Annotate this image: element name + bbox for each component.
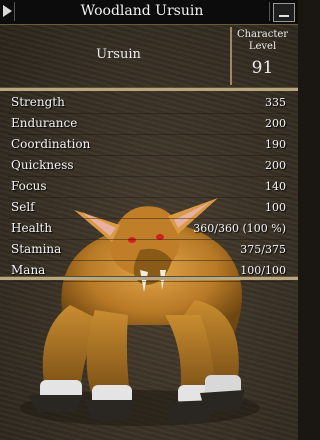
stat-value: 200	[265, 159, 286, 172]
stat-row-endurance: Endurance 200	[8, 114, 291, 135]
stat-value: 360/360 (100 %)	[193, 222, 286, 235]
stat-value: 335	[265, 96, 286, 109]
creature-race: Ursuin	[96, 47, 141, 62]
stat-row-focus: Focus 140	[8, 177, 291, 198]
stats-separator	[0, 276, 298, 280]
stat-name: Coordination	[11, 137, 91, 151]
stat-row-coordination: Coordination 190	[8, 135, 291, 156]
stat-value: 100	[265, 201, 286, 214]
stat-name: Strength	[11, 95, 65, 109]
stat-name: Health	[11, 221, 53, 235]
stat-row-stamina: Stamina 375/375	[8, 240, 291, 261]
creature-header: Ursuin Character Level 91	[8, 27, 291, 85]
stat-row-health: Health 360/360 (100 %)	[8, 219, 291, 240]
stat-value: 190	[265, 138, 286, 151]
window-title: Woodland Ursuin	[14, 2, 270, 21]
stat-value: 375/375	[240, 243, 286, 256]
stat-row-strength: Strength 335	[8, 93, 291, 114]
header-divider	[230, 27, 232, 85]
stat-value: 140	[265, 180, 286, 193]
minimize-icon	[279, 15, 289, 17]
stat-name: Self	[11, 200, 35, 214]
minimize-button[interactable]	[273, 3, 295, 22]
stat-value: 200	[265, 117, 286, 130]
stat-name: Quickness	[11, 158, 74, 172]
stat-name: Endurance	[11, 116, 78, 130]
stat-name: Focus	[11, 179, 47, 193]
collapse-arrow-icon[interactable]	[3, 5, 12, 17]
stat-row-quickness: Quickness 200	[8, 156, 291, 177]
header-separator	[0, 87, 298, 91]
stats-list: Strength 335 Endurance 200 Coordination …	[8, 93, 291, 282]
stat-name: Stamina	[11, 242, 62, 256]
title-bar[interactable]: Woodland Ursuin	[0, 0, 298, 25]
stat-row-self: Self 100	[8, 198, 291, 219]
creature-appraisal-panel: Woodland Ursuin Ursuin Character Level 9…	[0, 0, 298, 440]
stat-name: Mana	[11, 263, 46, 277]
level-value: 91	[251, 58, 274, 78]
level-label: Character Level	[236, 29, 289, 52]
level-box: Character Level 91	[234, 27, 291, 85]
